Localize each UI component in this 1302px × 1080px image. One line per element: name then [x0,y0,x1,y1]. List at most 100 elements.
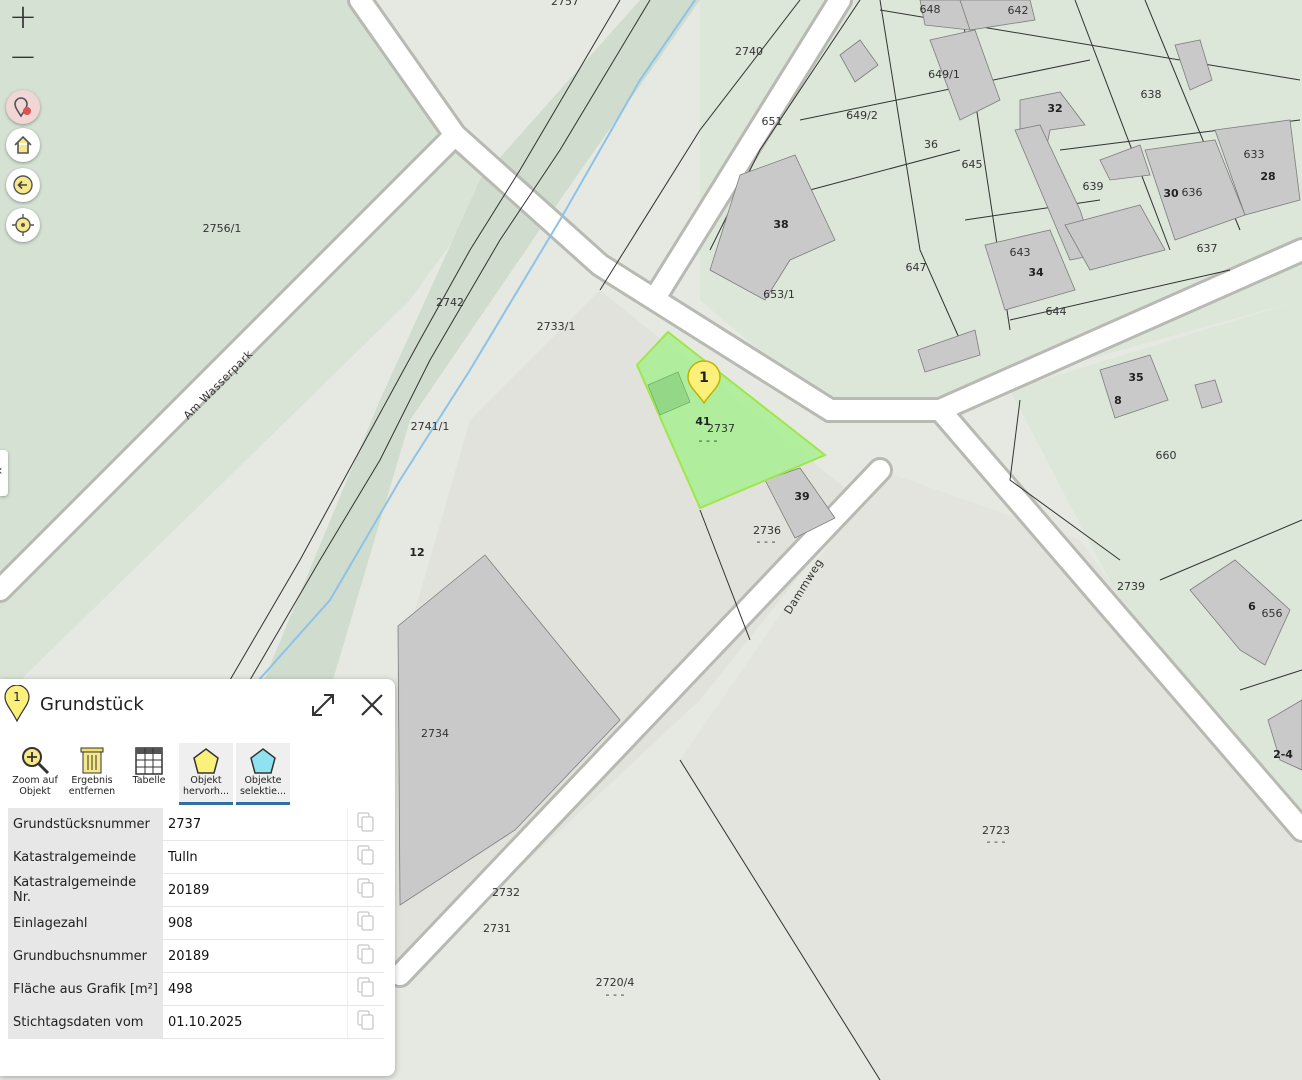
house-number-label: 38 [773,218,788,231]
home-icon [14,135,32,154]
house-number-label: 12 [409,546,424,559]
copy-icon [357,878,374,898]
table-button[interactable]: Tabelle [122,743,176,805]
attribute-row: Katastralgemeinde Tulln [8,840,384,874]
attribute-key: Katastralgemeinde Nr. [8,873,163,907]
location-marker-button[interactable] [6,90,40,124]
attribute-value: 01.10.2025 [163,1005,348,1039]
highlight-object-button[interactable]: Objekt hervorh... [179,743,233,805]
house-number-label: 41 [695,415,710,428]
svg-text:1: 1 [13,690,21,704]
attribute-value: Tulln [163,840,348,874]
attribute-key: Katastralgemeinde [8,840,163,874]
magnifier-plus-icon [22,747,50,775]
parcel-number-label: 636 [1182,186,1203,199]
home-button[interactable] [6,128,40,162]
attribute-table: Grundstücksnummer 2737 Katastralgemeinde Tu… [8,808,384,1039]
house-number-label: 8 [1114,394,1122,407]
trash-icon [80,747,104,774]
copy-icon [357,1010,374,1030]
parcel-number-label: 2757 [551,0,579,8]
attribute-row: Stichtagsdaten vom 01.10.2025 [8,1005,384,1039]
attribute-value: 2737 [163,808,348,841]
remove-result-button[interactable]: Ergebnis entfernen [65,743,119,805]
attribute-row: Einlagezahl 908 [8,906,384,940]
zoom-to-object-button[interactable]: Zoom auf Objekt [8,743,62,805]
house-number-label: 35 [1128,371,1143,384]
attribute-key: Stichtagsdaten vom [8,1005,163,1039]
table-icon [135,747,163,775]
parcel-number-label: 2756/1 [203,222,242,235]
parcel-number-label: 645 [962,158,983,171]
parcel-number-label: 2742 [436,296,464,309]
parcel-number-label: 647 [906,261,927,274]
copy-button[interactable] [347,873,384,907]
back-arrow-icon [13,175,33,195]
attribute-key: Grundstücksnummer [8,808,163,841]
house-number-label: 32 [1047,102,1062,115]
house-number-label: 30 [1163,187,1179,200]
parcel-2720-4-dashes: - - - [606,988,625,1001]
zoom-out-icon: − [8,37,38,77]
attribute-row: Fläche aus Grafik [m²] 498 [8,972,384,1006]
attribute-row: Grundbuchsnummer 20189 [8,939,384,973]
copy-button[interactable] [347,906,384,940]
attribute-value: 498 [163,972,348,1006]
parcel-number-label: 633 [1244,148,1265,161]
result-pin-icon: 1 [4,685,30,723]
copy-button[interactable] [347,1005,384,1039]
tool-label: Objekt hervorh... [182,775,230,797]
tool-label: Objekte selektie... [239,775,287,797]
parcel-number-label: 2741/1 [411,420,450,433]
parcel-2723-dashes: - - - [987,835,1006,848]
copy-button[interactable] [347,840,384,874]
parcel-number-label: 638 [1141,88,1162,101]
attribute-key: Fläche aus Grafik [m²] [8,972,163,1006]
close-icon[interactable] [358,691,386,719]
side-panel-toggle[interactable]: ‹ [0,450,8,496]
expand-icon[interactable] [310,692,336,718]
parcel-number-label: 2733/1 [537,320,576,333]
marker-number: 1 [699,370,709,386]
parcel-number-label: 2731 [483,922,511,935]
attribute-row: Katastralgemeinde Nr. 20189 [8,873,384,907]
parcel-number-label: 2739 [1117,580,1145,593]
chevron-left-icon: ‹ [0,463,3,479]
copy-icon [357,977,374,997]
zoom-out-button[interactable]: − [6,37,40,77]
parcel-number-label: 656 [1262,607,1283,620]
zoom-in-button[interactable]: + [6,0,40,37]
parcel-number-label: 36 [924,138,938,151]
parcel-number-label: 649/1 [928,68,960,81]
location-pin-icon [14,97,31,118]
parcel-number-label: 639 [1083,180,1104,193]
attribute-key: Einlagezahl [8,906,163,940]
attribute-row: Grundstücksnummer 2737 [8,808,384,841]
copy-button[interactable] [347,939,384,973]
parcel-2737-dashes: - - - [699,434,718,447]
copy-button[interactable] [347,808,384,841]
tool-label: Tabelle [132,775,166,786]
locate-button[interactable] [6,208,40,242]
copy-icon [357,812,374,832]
pentagon-yellow-icon [193,748,219,774]
pentagon-blue-icon [250,748,276,774]
attribute-value: 20189 [163,873,348,907]
parcel-number-label: 643 [1010,246,1031,259]
parcel-2736-dashes: - - - [757,535,776,548]
attribute-key: Grundbuchsnummer [8,939,163,973]
tool-label: Zoom auf Objekt [12,775,58,797]
parcel-number-label: 2734 [421,727,449,740]
tool-label: Ergebnis entfernen [68,775,116,797]
parcel-number-label: 660 [1156,449,1177,462]
attribute-value: 20189 [163,939,348,973]
copy-button[interactable] [347,972,384,1006]
parcel-number-label: 651 [762,115,783,128]
parcel-number-label: 648 [920,3,941,16]
parcel-number-label: 644 [1046,305,1067,318]
parcel-number-label: 642 [1008,4,1029,17]
house-number-label: 6 [1248,600,1256,613]
select-objects-button[interactable]: Objekte selektie... [236,743,290,805]
house-number-label: 34 [1028,266,1044,279]
back-button[interactable] [6,168,40,202]
